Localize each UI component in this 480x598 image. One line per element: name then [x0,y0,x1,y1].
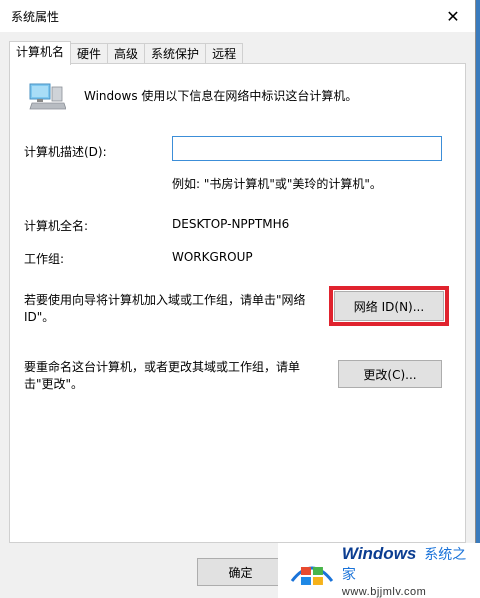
description-label: 计算机描述(D): [24,145,107,159]
tab-remote[interactable]: 远程 [205,43,244,64]
tab-system-protection[interactable]: 系统保护 [144,43,207,64]
rename-text: 要重命名这台计算机，或者更改其域或工作组，请单击"更改"。 [24,360,301,391]
system-properties-window: 系统属性 ✕ 计算机名 硬件 高级 系统保护 远程 Windows 使用以下信息… [0,0,476,598]
watermark-url: www.bjjmlv.com [341,585,427,598]
computer-name-panel: Windows 使用以下信息在网络中标识这台计算机。 计算机描述(D): 例如:… [9,63,466,543]
watermark: Windows 系统之家 www.bjjmlv.com [278,543,480,598]
tab-hardware[interactable]: 硬件 [70,43,109,64]
tab-advanced[interactable]: 高级 [107,43,146,64]
full-name-label: 计算机全名: [24,219,89,233]
network-id-text: 若要使用向导将计算机加入域或工作组，请单击"网络 ID"。 [24,293,306,324]
close-icon: ✕ [446,6,460,26]
tab-computer-name[interactable]: 计算机名 [9,41,72,65]
ok-button[interactable]: 确定 [197,558,284,586]
network-id-button[interactable]: 网络 ID(N)... [334,291,444,321]
windows-logo-icon [290,566,334,585]
tab-strip: 计算机名 硬件 高级 系统保护 远程 [9,41,244,65]
window-title: 系统属性 [11,10,60,24]
full-name-value: DESKTOP-NPPTMH6 [172,217,290,231]
watermark-brand: Windows [341,543,417,563]
intro-text: Windows 使用以下信息在网络中标识这台计算机。 [84,89,358,103]
description-example: 例如: "书房计算机"或"美玲的计算机"。 [172,177,382,191]
close-button[interactable]: ✕ [431,0,475,32]
computer-icon [29,83,66,110]
workgroup-label: 工作组: [24,252,65,266]
title-bar: 系统属性 ✕ [0,0,475,32]
change-button[interactable]: 更改(C)... [338,360,442,388]
description-input[interactable] [172,136,442,161]
workgroup-value: WORKGROUP [172,250,253,264]
